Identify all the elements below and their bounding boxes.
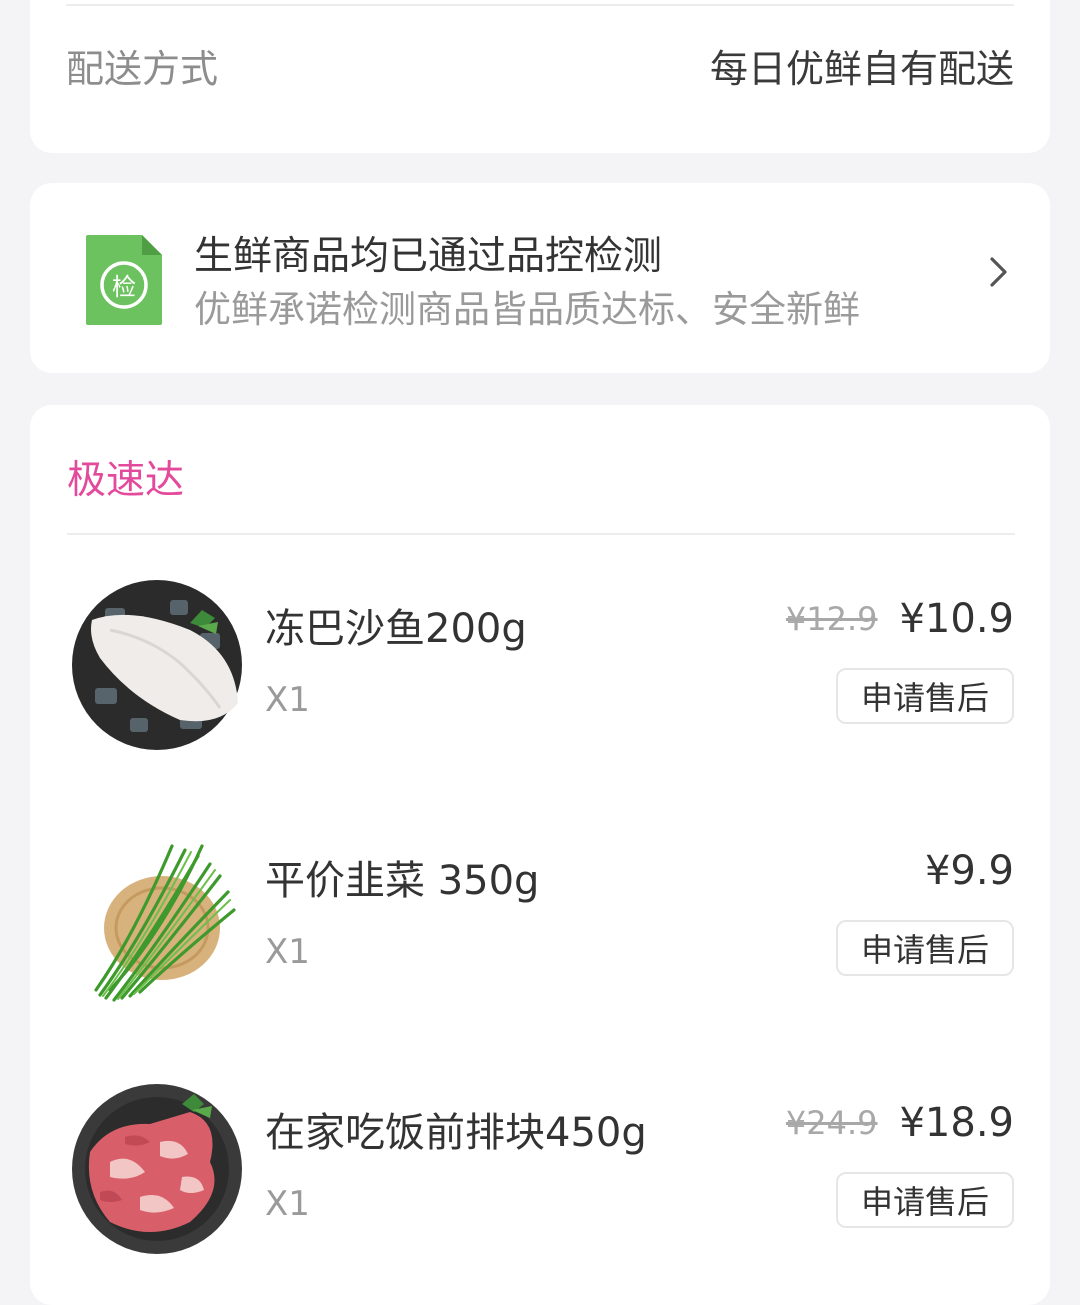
order-item[interactable]: 冻巴沙鱼200g X1 ¥12.9 ¥10.9 申请售后: [30, 578, 1050, 768]
after-sales-button[interactable]: 申请售后: [836, 668, 1014, 724]
current-price: ¥10.9: [899, 596, 1014, 642]
current-price: ¥18.9: [899, 1100, 1014, 1146]
product-name: 在家吃饭前排块450g: [265, 1110, 647, 1156]
after-sales-button[interactable]: 申请售后: [836, 920, 1014, 976]
current-price: ¥9.9: [924, 848, 1014, 894]
quality-title: 生鲜商品均已通过品控检测: [194, 234, 663, 279]
price-group: ¥24.9 ¥18.9: [786, 1100, 1014, 1146]
delivery-card: 配送方式 每日优鲜自有配送: [30, 0, 1050, 153]
product-name: 平价韭菜 350g: [265, 858, 540, 904]
section-title: 极速达: [67, 458, 185, 503]
basa-fish-fillet-image: [72, 580, 242, 750]
after-sales-button[interactable]: 申请售后: [836, 1172, 1014, 1228]
pork-ribs-image: [72, 1084, 242, 1254]
order-item[interactable]: 平价韭菜 350g X1 ¥9.9 申请售后: [30, 830, 1050, 1020]
order-items-card: 极速达 冻巴沙鱼200g X1 ¥12.9 ¥10.9 申请售后 平价韭菜 35…: [30, 405, 1050, 1305]
product-name: 冻巴沙鱼200g: [265, 606, 527, 652]
order-item[interactable]: 在家吃饭前排块450g X1 ¥24.9 ¥18.9 申请售后: [30, 1082, 1050, 1272]
inspection-icon-text: 检: [112, 273, 136, 301]
quality-check-banner[interactable]: 检 生鲜商品均已通过品控检测 优鲜承诺检测商品皆品质达标、安全新鲜: [30, 183, 1050, 373]
chevron-right-icon[interactable]: [988, 255, 1010, 289]
quality-subtitle: 优鲜承诺检测商品皆品质达标、安全新鲜: [194, 288, 860, 331]
product-quantity: X1: [265, 1184, 310, 1224]
product-quantity: X1: [265, 932, 310, 972]
product-quantity: X1: [265, 680, 310, 720]
chives-image: [94, 844, 236, 1002]
divider: [66, 4, 1014, 6]
delivery-method-label: 配送方式: [66, 47, 219, 91]
original-price: ¥24.9: [785, 1104, 878, 1142]
price-group: ¥12.9 ¥10.9: [786, 596, 1014, 642]
delivery-method-value: 每日优鲜自有配送: [709, 47, 1014, 91]
original-price: ¥12.9: [785, 600, 878, 638]
inspection-doc-icon: 检: [86, 235, 162, 325]
price-group: ¥9.9: [925, 848, 1014, 894]
divider: [67, 533, 1015, 535]
